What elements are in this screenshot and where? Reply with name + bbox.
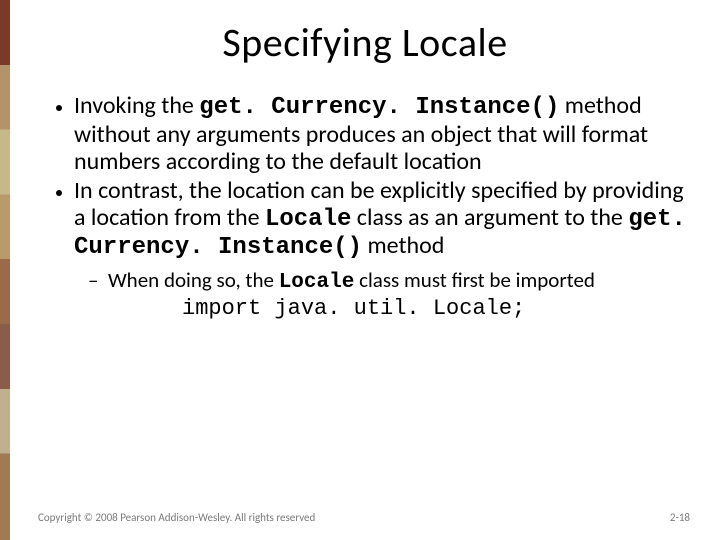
- slide-body: Specifying Locale Invoking the get. Curr…: [14, 0, 720, 540]
- slide-title: Specifying Locale: [38, 18, 692, 67]
- bullet-2: In contrast, the location can be explici…: [74, 178, 692, 322]
- footer-page-number: 2-18: [670, 511, 690, 524]
- footer-copyright: Copyright © 2008 Pearson Addison-Wesley.…: [38, 511, 315, 524]
- bullet-2-mid: class as an argument to the: [351, 203, 628, 232]
- bullet-1-code: get. Currency. Instance(): [199, 94, 559, 121]
- sub-bullet-list: When doing so, the Locale class must fir…: [78, 268, 692, 295]
- import-statement: import java. util. Locale;: [182, 297, 692, 322]
- bullet-2-post: method: [362, 231, 444, 260]
- slide-footer: Copyright © 2008 Pearson Addison-Wesley.…: [38, 511, 690, 524]
- bullet-2-code1: Locale: [265, 206, 351, 233]
- sub-bullet-1: When doing so, the Locale class must fir…: [108, 268, 692, 295]
- sub-bullet-1-code: Locale: [279, 271, 355, 294]
- bullet-1: Invoking the get. Currency. Instance() m…: [74, 93, 692, 176]
- bullet-1-pre: Invoking the: [74, 91, 199, 120]
- bullet-list: Invoking the get. Currency. Instance() m…: [44, 93, 692, 322]
- sub-bullet-1-pre: When doing so, the: [108, 267, 279, 293]
- sub-bullet-1-post: class must first be imported: [354, 267, 595, 293]
- side-accent-stripe: [0, 0, 10, 540]
